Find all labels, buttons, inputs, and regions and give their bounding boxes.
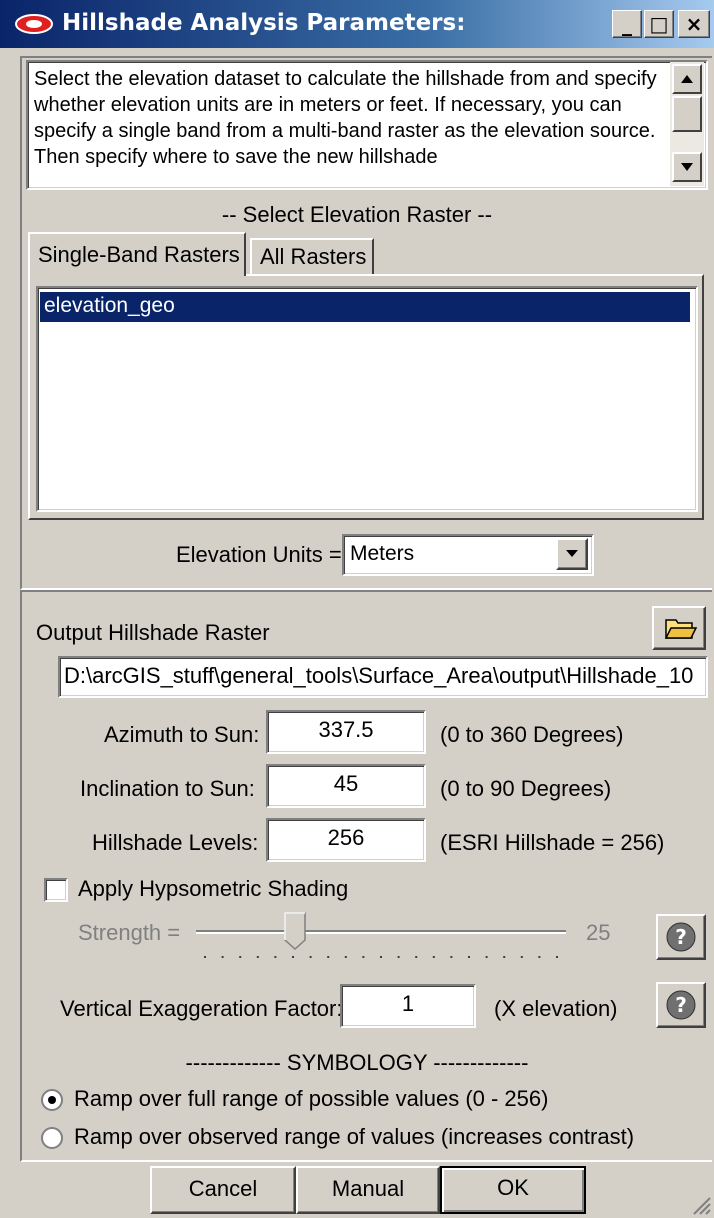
- exaggeration-label: Vertical Exaggeration Factor:: [60, 996, 343, 1021]
- hypsometric-label: Apply Hypsometric Shading: [78, 876, 349, 901]
- maximize-button[interactable]: □: [644, 10, 674, 38]
- description-box: Select the elevation dataset to calculat…: [26, 60, 708, 190]
- arrow-down-icon: [681, 163, 693, 171]
- scroll-up-button[interactable]: [672, 64, 702, 94]
- window-title: Hillshade Analysis Parameters:: [62, 10, 466, 36]
- strength-slider-thumb[interactable]: [284, 912, 306, 951]
- help-icon-text: ?: [675, 925, 687, 949]
- exaggeration-help-button[interactable]: ?: [656, 982, 706, 1028]
- exaggeration-hint: (X elevation): [494, 996, 618, 1021]
- levels-input[interactable]: 256: [266, 818, 426, 862]
- raster-list[interactable]: elevation_geo: [36, 286, 698, 512]
- radio-observed-range-label: Ramp over observed range of values (incr…: [74, 1124, 635, 1149]
- slider-tick: [520, 956, 523, 958]
- ok-button[interactable]: OK: [440, 1166, 586, 1214]
- scroll-thumb[interactable]: [672, 96, 702, 132]
- dropdown-button[interactable]: [556, 538, 588, 570]
- browse-button[interactable]: [652, 606, 706, 650]
- elevation-units-label: Elevation Units =: [176, 542, 342, 567]
- slider-tick: [274, 956, 277, 958]
- hypsometric-help-button[interactable]: ?: [656, 914, 706, 960]
- slider-tick: [432, 956, 435, 958]
- slider-tick: [450, 956, 453, 958]
- slider-tick: [344, 956, 347, 958]
- slider-tick: [503, 956, 506, 958]
- slider-tick: [292, 956, 294, 958]
- slider-tick: [415, 956, 418, 958]
- close-button[interactable]: ×: [678, 10, 710, 38]
- radio-full-range[interactable]: [40, 1088, 64, 1112]
- slider-tick: [204, 956, 206, 958]
- slider-tick: [362, 956, 365, 958]
- help-icon: ?: [666, 922, 696, 952]
- tab-all-rasters-label: All Rasters: [260, 244, 367, 269]
- radio-full-range-label: Ramp over full range of possible values …: [74, 1086, 549, 1111]
- strength-label: Strength =: [78, 920, 181, 945]
- elevation-units-select[interactable]: Meters: [342, 534, 594, 576]
- slider-tick: [380, 956, 382, 958]
- manual-button[interactable]: Manual: [296, 1166, 440, 1214]
- slider-tick: [485, 956, 488, 958]
- description-scrollbar[interactable]: [670, 62, 704, 186]
- exaggeration-input[interactable]: 1: [340, 984, 476, 1028]
- minimize-button[interactable]: _: [612, 10, 642, 38]
- help-icon: ?: [666, 990, 696, 1020]
- slider-tick: [309, 956, 312, 958]
- slider-thumb-shape: [284, 912, 306, 951]
- chevron-down-icon: [566, 550, 578, 557]
- output-path-field[interactable]: D:\arcGIS_stuff\general_tools\Surface_Ar…: [58, 656, 708, 698]
- slider-tick: [468, 956, 470, 958]
- strength-slider-track[interactable]: [196, 930, 566, 934]
- list-item-selected[interactable]: elevation_geo: [40, 292, 690, 322]
- slider-tick: [256, 956, 259, 958]
- radio-selected-icon: [41, 1089, 63, 1111]
- tab-all-rasters[interactable]: All Rasters: [250, 238, 374, 274]
- slider-tick: [327, 956, 330, 958]
- inclination-hint: (0 to 90 Degrees): [440, 776, 612, 801]
- list-item-label: elevation_geo: [44, 294, 175, 317]
- slider-tick: [556, 956, 558, 958]
- select-raster-heading: -- Select Elevation Raster --: [221, 202, 493, 227]
- app-icon: [15, 14, 53, 34]
- levels-hint: (ESRI Hillshade = 256): [440, 830, 665, 855]
- strength-value: 25: [586, 920, 611, 945]
- radio-observed-range[interactable]: [40, 1126, 64, 1150]
- output-path-value: D:\arcGIS_stuff\general_tools\Surface_Ar…: [64, 663, 694, 688]
- open-folder-icon: [664, 619, 698, 639]
- scroll-down-button[interactable]: [672, 152, 702, 182]
- slider-tick: [239, 956, 242, 958]
- elevation-units-value: Meters: [350, 542, 415, 565]
- inclination-input[interactable]: 45: [266, 764, 426, 808]
- slider-tick: [538, 956, 541, 958]
- levels-label: Hillshade Levels:: [92, 830, 259, 855]
- strength-slider-ticks: [204, 956, 558, 958]
- output-label: Output Hillshade Raster: [36, 620, 270, 645]
- inclination-label: Inclination to Sun:: [80, 776, 255, 801]
- arrow-up-icon: [681, 75, 693, 83]
- azimuth-label: Azimuth to Sun:: [104, 722, 260, 747]
- radio-unselected-icon: [41, 1127, 63, 1149]
- tab-single-band[interactable]: Single-Band Rasters: [28, 232, 246, 276]
- title-bar[interactable]: Hillshade Analysis Parameters: _ □ ×: [0, 0, 714, 48]
- azimuth-hint: (0 to 360 Degrees): [440, 722, 624, 747]
- symbology-heading: ------------- SYMBOLOGY -------------: [185, 1050, 529, 1075]
- help-icon-text: ?: [675, 993, 687, 1017]
- slider-tick: [221, 956, 224, 958]
- azimuth-input[interactable]: 337.5: [266, 710, 426, 754]
- tab-single-band-label: Single-Band Rasters: [38, 242, 240, 267]
- cancel-button[interactable]: Cancel: [150, 1166, 296, 1214]
- hypsometric-checkbox[interactable]: [44, 878, 68, 902]
- slider-tick: [397, 956, 400, 958]
- resize-grip-icon[interactable]: [690, 1194, 712, 1216]
- description-text: Select the elevation dataset to calculat…: [34, 68, 657, 168]
